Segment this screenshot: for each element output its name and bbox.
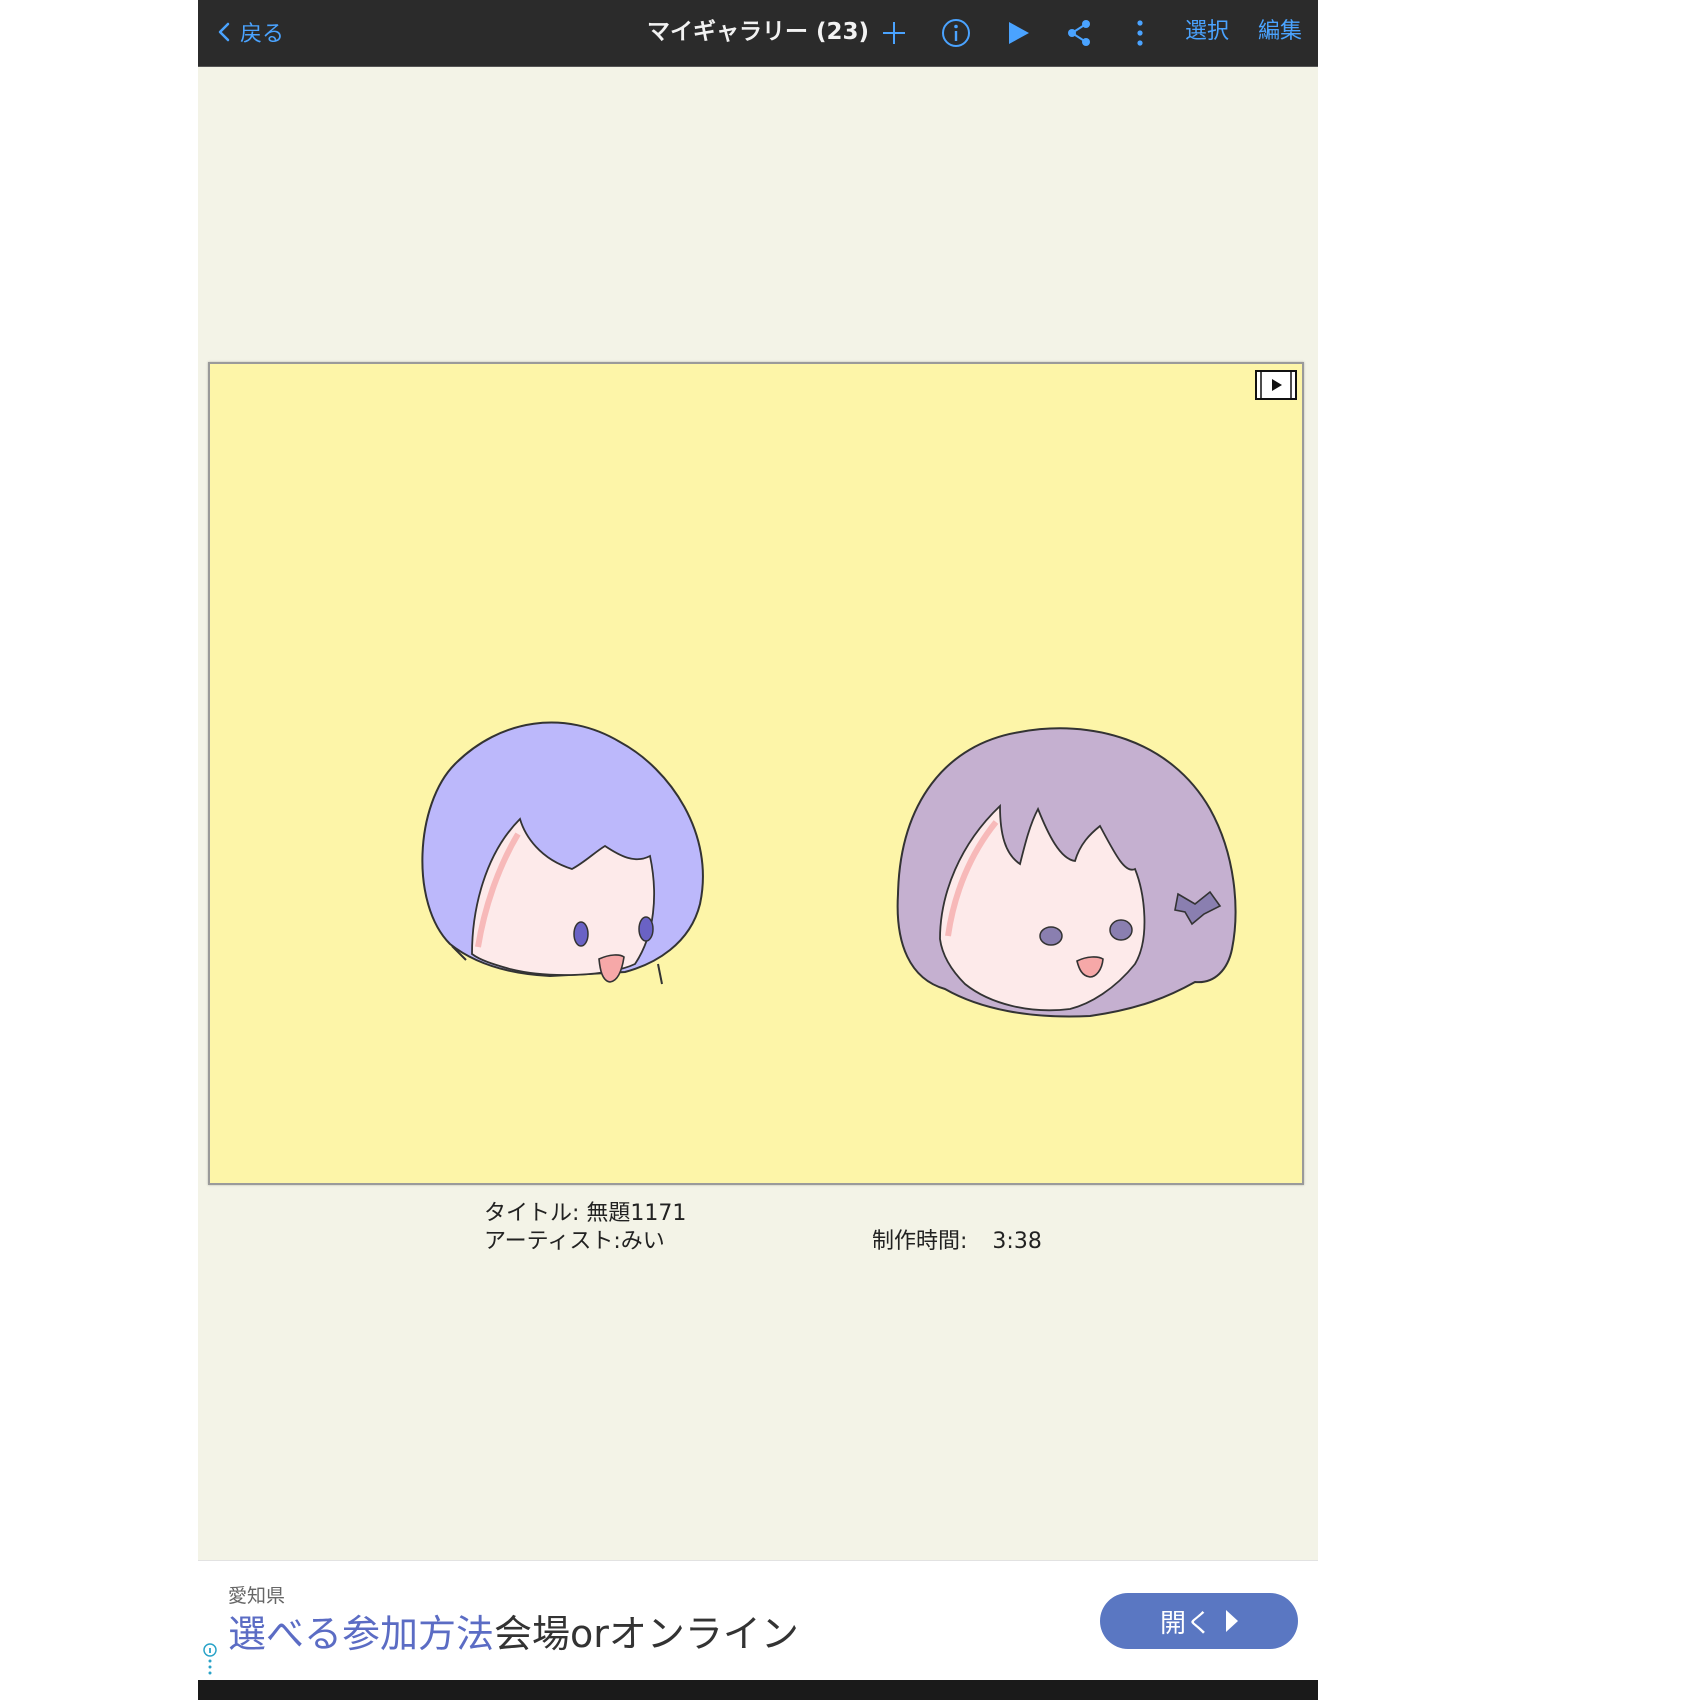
ad-headline[interactable]: 選べる参加方法会場orオンライン: [228, 1609, 799, 1659]
gallery-screen: 戻る マイギャラリー (23) 選択 編集 タイトル: 無題1171 アーティス…: [198, 0, 1318, 1700]
production-time-label: 制作時間:: [872, 1229, 968, 1254]
production-time: 制作時間: 3:38: [872, 1228, 1042, 1256]
ad-headline-rest: 会場orオンライン: [494, 1612, 799, 1656]
arrow-right-icon: [1226, 1610, 1238, 1632]
more-vertical-icon: [1137, 20, 1143, 46]
artwork-illustration: [421, 721, 1237, 1018]
ad-headline-highlight: 選べる参加方法: [228, 1612, 495, 1656]
ad-banner[interactable]: 愛知県 選べる参加方法会場orオンライン 開く: [198, 1560, 1318, 1681]
add-button[interactable]: [874, 13, 914, 53]
more-button[interactable]: [1120, 13, 1160, 53]
info-icon: [942, 19, 970, 47]
play-icon: [1009, 22, 1029, 44]
artwork-artist: アーティスト:みい: [484, 1229, 665, 1254]
select-button[interactable]: 選択: [1185, 12, 1229, 52]
production-time-value: 3:38: [992, 1229, 1042, 1254]
edit-button[interactable]: 編集: [1258, 12, 1302, 52]
system-navigation-bar: [198, 1680, 1318, 1700]
ad-choices-icon[interactable]: [202, 1643, 218, 1677]
share-button[interactable]: [1059, 13, 1099, 53]
artwork-canvas[interactable]: [208, 362, 1304, 1185]
ad-open-label: 開く: [1159, 1608, 1212, 1639]
artwork-title: タイトル: 無題1171: [484, 1201, 687, 1226]
chevron-left-icon: [218, 22, 230, 42]
ad-region: 愛知県: [228, 1585, 286, 1607]
blue-hair-character: [421, 721, 704, 985]
play-button[interactable]: [998, 13, 1038, 53]
back-button[interactable]: 戻る: [214, 12, 284, 52]
share-icon: [1068, 20, 1090, 46]
back-label: 戻る: [240, 22, 285, 47]
plus-icon: [883, 22, 905, 44]
animation-film-icon[interactable]: [1254, 368, 1298, 402]
lavender-hair-character: [896, 727, 1237, 1018]
top-toolbar: 戻る マイギャラリー (23) 選択 編集: [198, 0, 1318, 67]
info-button[interactable]: [936, 13, 976, 53]
ad-open-button[interactable]: 開く: [1100, 1593, 1298, 1649]
